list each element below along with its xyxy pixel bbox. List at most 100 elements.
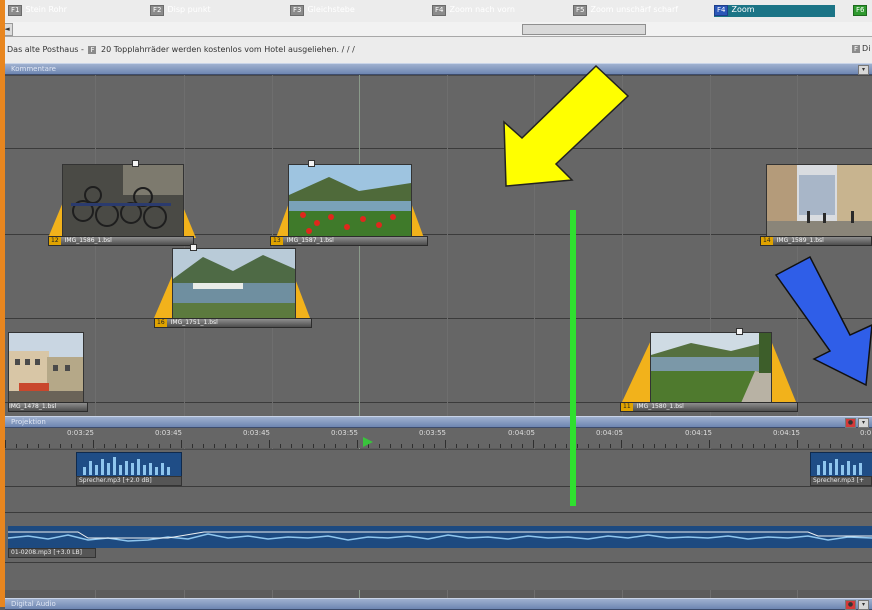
ruler-tick bbox=[511, 444, 512, 448]
ruler-tick bbox=[126, 444, 127, 448]
play-marker-icon[interactable] bbox=[363, 437, 373, 447]
fade-out-handle[interactable] bbox=[410, 200, 424, 238]
section-header-comments[interactable]: Kommentare ▾ bbox=[5, 63, 872, 75]
ruler-tick bbox=[159, 444, 160, 448]
caption-right-item[interactable]: F Di bbox=[850, 44, 870, 53]
ruler-tick bbox=[93, 440, 94, 448]
toolbar: F1 Stein Rohr F2 Disp punkt F3 Gleichstebe … bbox=[0, 0, 872, 23]
ruler-tick bbox=[27, 444, 28, 448]
ruler-tick bbox=[291, 444, 292, 448]
ruler-tick bbox=[357, 440, 358, 448]
ruler-tick bbox=[632, 444, 633, 448]
photo-thumbnail bbox=[650, 332, 772, 404]
record-icon[interactable]: ● bbox=[845, 418, 856, 428]
ruler-tick bbox=[115, 444, 116, 448]
speech-audio-clip[interactable] bbox=[810, 452, 872, 478]
section-header-projection[interactable]: Projektion ● ▾ bbox=[5, 416, 872, 428]
ruler-tick bbox=[313, 444, 314, 448]
fade-in-handle[interactable] bbox=[154, 276, 172, 318]
riverside-path-photo-icon bbox=[651, 333, 771, 403]
bicycles-photo-icon bbox=[63, 165, 183, 237]
ruler-tick bbox=[720, 444, 721, 448]
poppies-photo-icon bbox=[289, 165, 411, 237]
track-divider bbox=[5, 486, 872, 487]
ruler-tick bbox=[698, 444, 699, 448]
track-divider bbox=[5, 318, 872, 319]
ruler-tick bbox=[225, 444, 226, 448]
ruler-tick bbox=[137, 444, 138, 448]
toolbar-button-extra[interactable]: F6 bbox=[853, 5, 870, 17]
ruler-tick bbox=[863, 444, 864, 448]
timeline-ruler[interactable]: 0:03:25 0:03:45 0:03:45 0:03:55 0:03:55 … bbox=[5, 428, 872, 448]
toolbar-button-zoom-nach-vorn[interactable]: F4 Zoom nach vorn bbox=[432, 5, 515, 17]
ruler-tick bbox=[610, 444, 611, 448]
toolbar-button-zoom-unscharf[interactable]: F5 Zoom unschärf scharf bbox=[573, 5, 678, 17]
toolbar-button-zoom[interactable]: F4 Zoom bbox=[714, 5, 835, 17]
ruler-tick bbox=[577, 444, 578, 448]
ruler-tick bbox=[621, 440, 622, 448]
toolbar-button-stein-rohr[interactable]: F1 Stein Rohr bbox=[8, 5, 67, 17]
ruler-tick bbox=[247, 444, 248, 448]
ruler-tick bbox=[104, 444, 105, 448]
ruler-tick bbox=[423, 444, 424, 448]
scrollbar-thumb[interactable] bbox=[522, 24, 646, 35]
ruler-tick bbox=[38, 444, 39, 448]
ruler-tick bbox=[401, 444, 402, 448]
photo-thumbnail bbox=[172, 248, 296, 320]
ruler-tick bbox=[687, 444, 688, 448]
clip-label: IMG_1478_1.bsl bbox=[8, 402, 88, 412]
caption-bar: Das alte Posthaus - F 20 Topplahrräder w… bbox=[0, 37, 872, 63]
ruler-tick bbox=[544, 444, 545, 448]
fade-in-handle[interactable] bbox=[622, 338, 652, 402]
music-waveform-icon bbox=[7, 526, 872, 548]
clip-top-handle[interactable] bbox=[190, 244, 197, 251]
ruler-tick bbox=[324, 444, 325, 448]
fade-out-handle[interactable] bbox=[294, 276, 310, 318]
ruler-tick bbox=[555, 444, 556, 448]
ruler-tick bbox=[390, 444, 391, 448]
clip-top-handle[interactable] bbox=[132, 160, 139, 167]
ruler-tick bbox=[775, 444, 776, 448]
track-divider bbox=[5, 562, 872, 563]
ruler-tick bbox=[731, 444, 732, 448]
toolbar-button-disp-punkt[interactable]: F2 Disp punkt bbox=[150, 5, 211, 17]
houses-photo-icon bbox=[9, 333, 83, 403]
section-menu-icon[interactable]: ▾ bbox=[858, 418, 869, 428]
ruler-tick bbox=[445, 440, 446, 448]
ruler-tick bbox=[841, 444, 842, 448]
clip-top-handle[interactable] bbox=[736, 328, 743, 335]
ruler-tick bbox=[148, 444, 149, 448]
ruler-tick bbox=[643, 444, 644, 448]
ruler-tick bbox=[588, 444, 589, 448]
music-audio-clip[interactable] bbox=[7, 526, 872, 548]
ruler-tick bbox=[71, 444, 72, 448]
ruler-tick bbox=[764, 444, 765, 448]
ruler-tick bbox=[280, 444, 281, 448]
ruler-tick bbox=[170, 444, 171, 448]
clip-label: 16 IMG_1751_1.bsl bbox=[154, 318, 312, 328]
photo-thumbnail bbox=[288, 164, 412, 238]
green-position-marker bbox=[570, 210, 576, 506]
speech-audio-clip[interactable] bbox=[76, 452, 182, 478]
yellow-arrow-icon bbox=[503, 64, 630, 187]
ruler-tick bbox=[709, 440, 710, 448]
record-icon[interactable]: ● bbox=[845, 600, 856, 610]
toolbar-button-gleichstebe[interactable]: F3 Gleichstebe bbox=[290, 5, 355, 17]
section-menu-icon[interactable]: ▾ bbox=[858, 600, 869, 610]
ruler-tick bbox=[16, 444, 17, 448]
photo-thumbnail bbox=[766, 164, 872, 238]
waveform-icon bbox=[77, 453, 181, 477]
ruler-tick bbox=[181, 440, 182, 448]
ruler-tick bbox=[5, 440, 6, 448]
caption-text[interactable]: Das alte Posthaus - F 20 Topplahrräder w… bbox=[7, 45, 355, 54]
timeline-scrollbar[interactable]: ◄ bbox=[0, 22, 872, 37]
ruler-tick bbox=[830, 444, 831, 448]
clip-top-handle[interactable] bbox=[308, 160, 315, 167]
speech-clip-label: Sprecher.mp3 [+ bbox=[810, 476, 872, 486]
section-header-digital-audio[interactable]: Digital Audio ● ▾ bbox=[5, 598, 872, 610]
ruler-tick bbox=[269, 440, 270, 448]
ruler-tick bbox=[819, 444, 820, 448]
section-menu-icon[interactable]: ▾ bbox=[858, 65, 869, 75]
ruler-tick bbox=[346, 444, 347, 448]
ruler-tick bbox=[742, 444, 743, 448]
